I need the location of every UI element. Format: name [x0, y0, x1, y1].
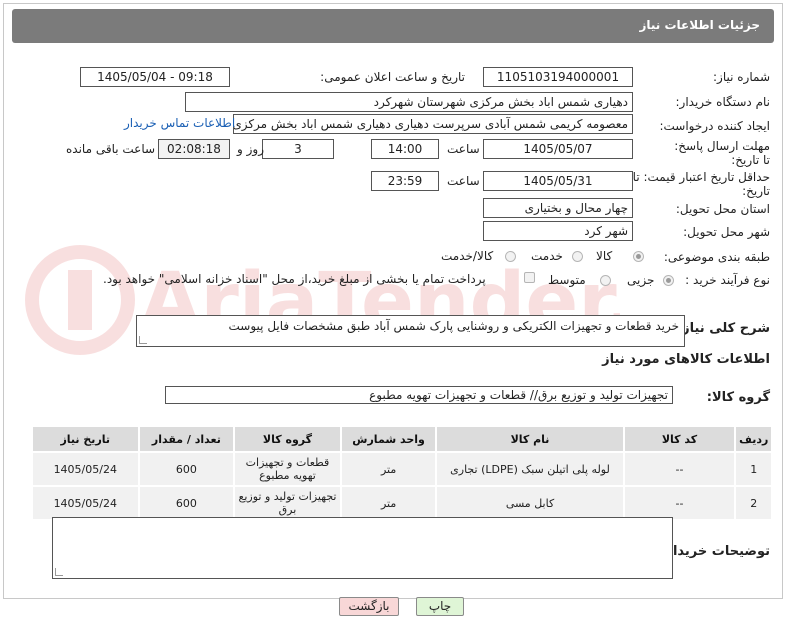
province-label: استان محل تحویل: [675, 202, 770, 216]
col-quantity: تعداد / مقدار [137, 425, 236, 453]
remaining-time-field: 02:08:18 [158, 139, 230, 159]
announce-label: تاریخ و ساعت اعلان عمومی: [320, 70, 465, 84]
price-validity-time-label: ساعت [447, 174, 480, 188]
price-validity-date-field[interactable]: 1405/05/31 [483, 171, 633, 191]
treasury-payment-checkbox[interactable] [524, 272, 535, 283]
cell-need-date: 1405/05/24 [31, 451, 140, 487]
category-option-service: خدمت [531, 249, 563, 263]
description-textarea[interactable]: خرید قطعات و تجهیزات الکتریکی و روشنایی … [136, 315, 685, 347]
cell-row-number: 2 [734, 485, 773, 521]
cell-unit: متر [339, 451, 438, 487]
print-button[interactable]: چاپ [416, 597, 464, 616]
resize-handle-icon[interactable] [139, 336, 147, 344]
cell-unit: متر [339, 485, 438, 521]
cell-goods-group: تجهیزات تولید و توزیع برق [233, 485, 342, 521]
need-number-field[interactable]: 1105103194000001 [483, 67, 633, 87]
cell-item-name: لوله پلی اتیلن سبک (LDPE) تجاری [435, 451, 625, 487]
col-item-name: نام کالا [435, 425, 625, 453]
city-label: شهر محل تحویل: [683, 225, 770, 239]
deadline-date-field[interactable]: 1405/05/07 [483, 139, 633, 159]
city-field[interactable]: شهر کرد [483, 221, 633, 241]
description-label: شرح کلی نیاز: [676, 321, 770, 336]
table-row[interactable]: 1 -- لوله پلی اتیلن سبک (LDPE) تجاری متر… [31, 451, 773, 487]
buyer-notes-label: توضیحات خریدار: [660, 544, 770, 559]
goods-info-heading: اطلاعات کالاهای مورد نیاز [602, 352, 770, 367]
cell-item-name: کابل مسی [435, 485, 625, 521]
header-bar: جزئیات اطلاعات نیاز [12, 9, 774, 43]
description-text: خرید قطعات و تجهیزات الکتریکی و روشنایی … [228, 319, 680, 333]
goods-group-field[interactable]: تجهیزات تولید و توزیع برق// قطعات و تجهی… [165, 386, 673, 404]
goods-group-label: گروه کالا: [706, 390, 770, 405]
price-validity-time-field[interactable]: 23:59 [371, 171, 439, 191]
days-field[interactable]: 3 [262, 139, 334, 159]
purchase-type-label: نوع فرآیند خرید : [685, 273, 770, 287]
cell-quantity: 600 [137, 485, 236, 521]
category-option-goods: کالا [596, 249, 613, 263]
page-title: جزئیات اطلاعات نیاز [639, 18, 760, 32]
contact-buyer-link[interactable]: اطلاعات تماس خریدار [124, 116, 235, 130]
purchase-radio-medium[interactable] [600, 275, 611, 286]
col-need-date: تاریخ نیاز [31, 425, 140, 453]
col-item-code: کد کالا [622, 425, 737, 453]
need-number-label: شماره نیاز: [713, 70, 770, 84]
province-field[interactable]: چهار محال و بختیاری [483, 198, 633, 218]
cell-goods-group: قطعات و تجهیزات تهویه مطبوع [233, 451, 342, 487]
creator-label: ایجاد کننده درخواست: [659, 119, 770, 133]
category-radio-both[interactable] [505, 251, 516, 262]
col-unit: واحد شمارش [339, 425, 438, 453]
cell-item-code: -- [622, 485, 737, 521]
deadline-time-field[interactable]: 14:00 [371, 139, 439, 159]
price-validity-label: حداقل تاریخ اعتبار قیمت: تا تاریخ: [632, 170, 770, 198]
deadline-time-label: ساعت [447, 142, 480, 156]
buyer-notes-textarea[interactable] [52, 517, 673, 579]
days-label: روز و [237, 142, 264, 156]
category-label: طبقه بندی موضوعی: [663, 250, 770, 264]
creator-field[interactable]: معصومه کریمی شمس آبادی سرپرست دهیاری دهی… [233, 114, 633, 134]
category-radio-goods[interactable] [633, 251, 644, 262]
category-option-both: کالا/خدمت [441, 249, 494, 263]
treasury-payment-note: پرداخت تمام یا بخشی از مبلغ خرید،از محل … [103, 272, 486, 286]
back-button[interactable]: بازگشت [339, 597, 399, 616]
category-radio-service[interactable] [572, 251, 583, 262]
purchase-radio-minor[interactable] [663, 275, 674, 286]
purchase-option-minor: جزیی [627, 273, 655, 287]
cell-row-number: 1 [734, 451, 773, 487]
table-row[interactable]: 2 -- کابل مسی متر تجهیزات تولید و توزیع … [31, 485, 773, 521]
purchase-option-medium: متوسط [548, 273, 586, 287]
buyer-org-label: نام دستگاه خریدار: [675, 95, 771, 109]
col-row-number: ردیف [734, 425, 773, 453]
cell-need-date: 1405/05/24 [31, 485, 140, 521]
cell-quantity: 600 [137, 451, 236, 487]
buyer-org-field[interactable]: دهیاری شمس اباد بخش مرکزی شهرستان شهرکرد [185, 92, 633, 112]
cell-item-code: -- [622, 451, 737, 487]
table-header-row: ردیف کد کالا نام کالا واحد شمارش گروه کا… [31, 425, 773, 453]
col-goods-group: گروه کالا [233, 425, 342, 453]
resize-handle-icon[interactable] [55, 568, 63, 576]
announce-field[interactable]: 1405/05/04 - 09:18 [80, 67, 230, 87]
goods-table: ردیف کد کالا نام کالا واحد شمارش گروه کا… [31, 425, 773, 521]
remaining-label: ساعت باقی مانده [66, 142, 156, 156]
deadline-label: مهلت ارسال پاسخ: تا تاریخ: [674, 139, 770, 167]
